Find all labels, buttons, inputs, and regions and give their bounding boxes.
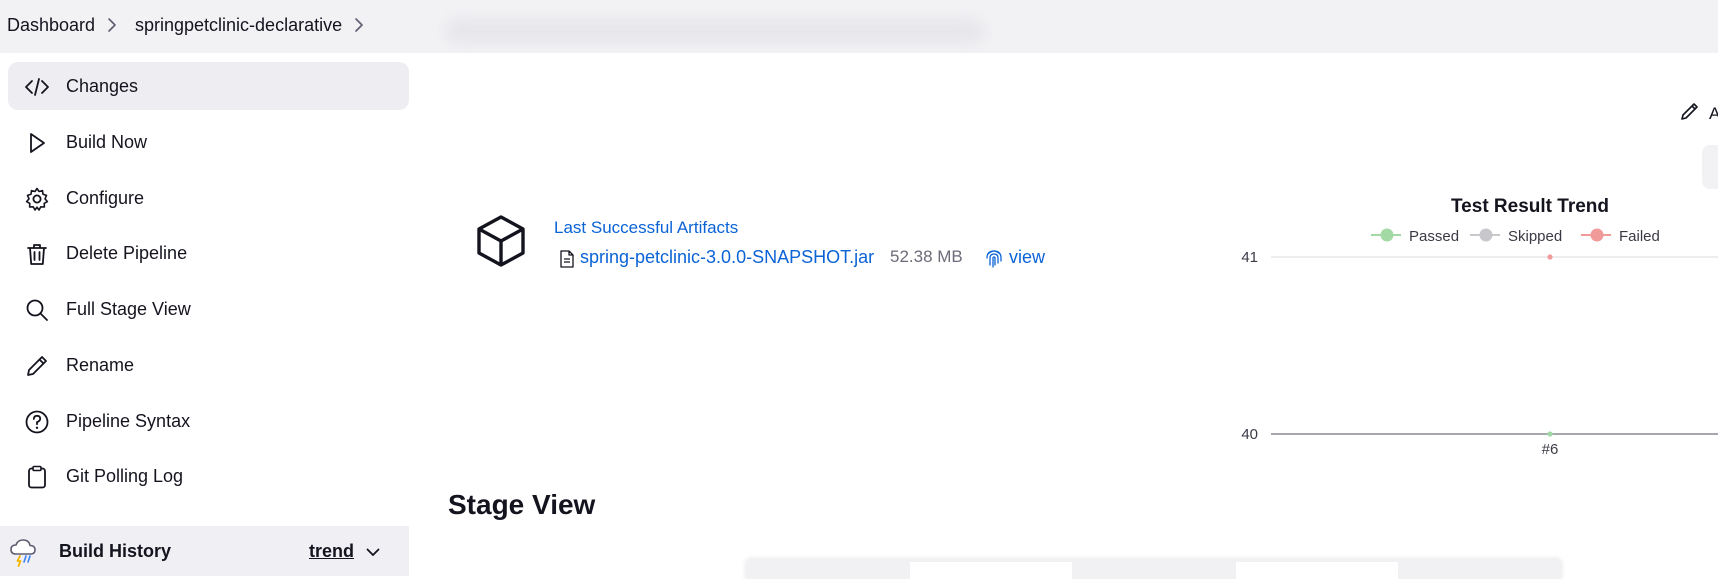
pencil-icon[interactable] bbox=[1679, 100, 1701, 122]
legend-label-failed: Failed bbox=[1619, 228, 1660, 245]
legend-label-passed: Passed bbox=[1409, 228, 1459, 245]
build-history-trend-link[interactable]: trend bbox=[309, 541, 354, 562]
sidebar-item-git-polling-log[interactable]: Git Polling Log bbox=[8, 452, 409, 500]
edit-description-link[interactable]: A bbox=[1709, 104, 1718, 124]
x-tick-label: #6 bbox=[1542, 441, 1559, 458]
stage-view-table bbox=[746, 559, 1561, 579]
artifact-file-size: 52.38 MB bbox=[890, 247, 963, 266]
weather-storm-icon bbox=[10, 539, 36, 567]
legend-label-skipped: Skipped bbox=[1508, 228, 1562, 245]
breadcrumb-bar: Dashboard springpetclinic-declarative bbox=[0, 0, 1718, 53]
sidebar-item-pipeline-syntax[interactable]: Pipeline Syntax bbox=[8, 397, 409, 445]
file-icon bbox=[560, 250, 574, 268]
blurred-region bbox=[445, 18, 985, 44]
sidebar-item-label: Configure bbox=[66, 188, 145, 208]
code-icon bbox=[25, 78, 49, 96]
chart-title: Test Result Trend bbox=[1451, 196, 1609, 217]
help-circle-icon bbox=[25, 410, 49, 434]
trash-icon bbox=[27, 244, 47, 265]
sidebar-item-rename[interactable]: Rename bbox=[8, 341, 409, 389]
action-button-partial[interactable] bbox=[1702, 145, 1718, 189]
sidebar-item-label: Pipeline Syntax bbox=[66, 411, 191, 431]
artifact-file-link[interactable]: spring-petclinic-3.0.0-SNAPSHOT.jar bbox=[580, 247, 874, 268]
chevron-right-icon bbox=[108, 18, 116, 32]
data-point-failed bbox=[1547, 254, 1553, 260]
fingerprint-view-link[interactable]: view bbox=[1009, 247, 1045, 268]
y-tick-label: 41 bbox=[1241, 249, 1258, 266]
sidebar-item-full-stage-view[interactable]: Full Stage View bbox=[8, 285, 409, 333]
test-result-trend-chart: Test Result Trend Passed Skipped Failed 40 41… bbox=[1230, 190, 1718, 460]
legend-marker-failed bbox=[1590, 228, 1604, 242]
stage-column bbox=[910, 562, 1072, 579]
sidebar-item-label: Git Polling Log bbox=[66, 466, 184, 486]
legend-marker-skipped bbox=[1479, 228, 1493, 242]
sidebar-item-label: Full Stage View bbox=[66, 299, 191, 319]
build-history-title: Build History bbox=[59, 541, 172, 561]
sidebar-item-label: Delete Pipeline bbox=[66, 243, 188, 263]
trend-chart-svg: Test Result Trend Passed Skipped Failed 40 41… bbox=[1241, 196, 1718, 458]
chevron-right-icon[interactable] bbox=[351, 17, 367, 33]
stage-column bbox=[1236, 562, 1398, 579]
search-icon bbox=[26, 299, 48, 321]
sidebar-item-configure[interactable]: Configure bbox=[8, 174, 409, 222]
sidebar-item-label: Build Now bbox=[66, 132, 148, 152]
stage-view-title: Stage View bbox=[448, 489, 596, 520]
breadcrumb-job[interactable]: springpetclinic-declarative bbox=[135, 15, 342, 36]
sidebar: Changes Build Now Configure Delete Pipel… bbox=[0, 53, 409, 576]
build-history-header: Build History trend bbox=[0, 526, 409, 576]
sidebar-item-label: Changes bbox=[66, 76, 139, 96]
y-tick-label: 40 bbox=[1241, 426, 1258, 443]
chevron-down-icon[interactable] bbox=[364, 543, 382, 561]
sidebar-item-label: Rename bbox=[66, 355, 135, 375]
sidebar-item-changes[interactable]: Changes bbox=[8, 62, 409, 110]
sidebar-item-delete-pipeline[interactable]: Delete Pipeline bbox=[8, 229, 409, 277]
breadcrumb-dashboard[interactable]: Dashboard bbox=[7, 15, 95, 36]
sidebar-item-build-now[interactable]: Build Now bbox=[8, 118, 409, 166]
legend-marker-passed bbox=[1380, 228, 1394, 242]
package-box-icon bbox=[477, 215, 525, 267]
play-icon bbox=[30, 133, 45, 153]
last-successful-artifacts-link[interactable]: Last Successful Artifacts bbox=[554, 218, 738, 238]
pencil-icon bbox=[27, 356, 47, 376]
clipboard-icon bbox=[28, 465, 46, 489]
fingerprint-icon[interactable] bbox=[985, 248, 1003, 268]
gear-icon bbox=[25, 187, 49, 211]
data-point-passed bbox=[1547, 431, 1553, 437]
